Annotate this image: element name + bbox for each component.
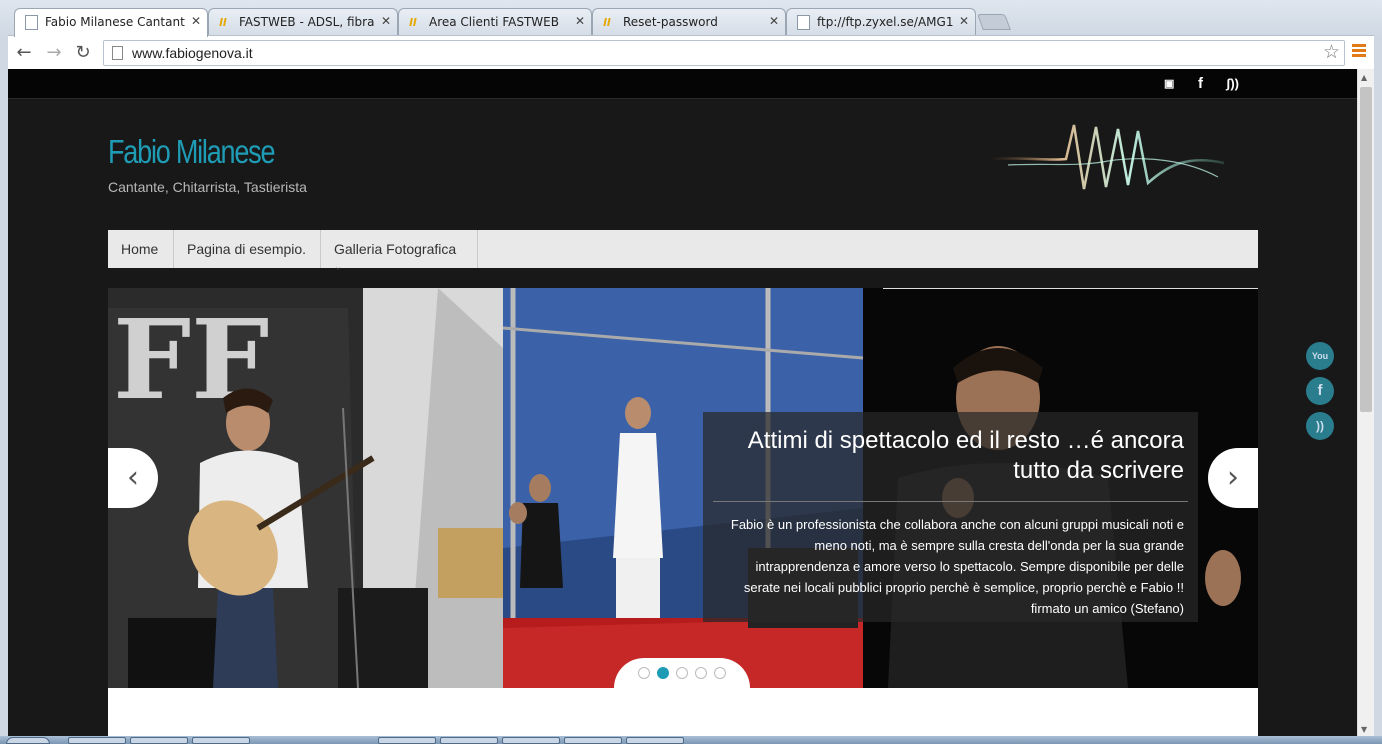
facebook-icon[interactable]: f bbox=[1198, 75, 1203, 92]
site-logo[interactable] bbox=[988, 117, 1228, 207]
back-icon[interactable]: ← bbox=[12, 41, 36, 65]
slide-caption: Attimi di spettacolo ed il resto …é anco… bbox=[703, 412, 1198, 622]
content-area bbox=[108, 688, 1258, 736]
tab-reset-password[interactable]: ll Reset-password ✕ bbox=[592, 8, 786, 35]
floating-youtube-button[interactable]: You bbox=[1306, 342, 1334, 370]
floating-facebook-button[interactable]: f bbox=[1306, 377, 1334, 405]
taskbar-item[interactable] bbox=[564, 737, 622, 744]
close-tab-icon[interactable]: ✕ bbox=[381, 14, 391, 28]
youtube-icon: You bbox=[1311, 351, 1329, 361]
youtube-icon[interactable]: ▣ bbox=[1164, 77, 1174, 90]
tab-fabio-milanese[interactable]: Fabio Milanese Cantante, ✕ bbox=[14, 8, 208, 37]
facebook-icon: f bbox=[1317, 382, 1323, 399]
fastweb-icon: ll bbox=[409, 16, 417, 29]
site-title[interactable]: Fabio Milanese bbox=[108, 133, 276, 171]
tab-ftp-zyxel[interactable]: ftp://ftp.zyxel.se/AMG120 ✕ bbox=[786, 8, 976, 35]
tab-fastweb-adsl[interactable]: ll FASTWEB - ADSL, fibra otti ✕ bbox=[208, 8, 398, 35]
page-icon bbox=[112, 46, 123, 60]
web-page: ▣ f ʃ)) Fabio Milanese Cantante, Chitarr… bbox=[8, 69, 1357, 736]
nav-pagina-esempio[interactable]: Pagina di esempio. bbox=[174, 230, 321, 268]
page-icon bbox=[25, 15, 38, 30]
close-tab-icon[interactable]: ✕ bbox=[959, 14, 969, 28]
slider-pagination bbox=[614, 658, 750, 688]
tab-label: Reset-password bbox=[623, 15, 718, 29]
url-text: www.fabiogenova.it bbox=[132, 45, 253, 61]
taskbar-item[interactable] bbox=[192, 737, 250, 744]
browser-toolbar: ← → ↻ www.fabiogenova.it ☆ bbox=[8, 35, 1374, 69]
main-nav: Home Pagina di esempio. Galleria Fotogra… bbox=[108, 230, 1258, 273]
nav-home[interactable]: Home bbox=[108, 230, 174, 268]
close-tab-icon[interactable]: ✕ bbox=[769, 14, 779, 28]
close-tab-icon[interactable]: ✕ bbox=[191, 14, 201, 28]
scroll-up-icon[interactable]: ▲ bbox=[1361, 73, 1367, 82]
chevron-left-icon: ‹ bbox=[127, 460, 139, 495]
start-button[interactable] bbox=[6, 737, 50, 744]
slider-dot[interactable] bbox=[676, 667, 688, 679]
taskbar-item[interactable] bbox=[626, 737, 684, 744]
fastweb-icon: ll bbox=[219, 16, 227, 29]
tab-area-clienti[interactable]: ll Area Clienti FASTWEB ✕ bbox=[398, 8, 592, 35]
fastweb-icon: ll bbox=[603, 16, 611, 29]
nav-label: Home bbox=[121, 241, 159, 257]
taskbar-item[interactable] bbox=[502, 737, 560, 744]
page-icon bbox=[797, 15, 810, 30]
floating-rss-button[interactable]: )) bbox=[1306, 412, 1334, 440]
slide-divider bbox=[883, 288, 1258, 289]
reload-icon[interactable]: ↻ bbox=[71, 41, 95, 65]
tab-strip: Fabio Milanese Cantante, ✕ ll FASTWEB - … bbox=[0, 0, 1382, 37]
taskbar-item[interactable] bbox=[130, 737, 188, 744]
slider-dot[interactable] bbox=[714, 667, 726, 679]
tab-label: Fabio Milanese Cantante, bbox=[45, 15, 185, 29]
tab-label: FASTWEB - ADSL, fibra otti bbox=[239, 15, 375, 29]
new-tab-button[interactable] bbox=[977, 14, 1011, 30]
slider-dot[interactable] bbox=[657, 667, 669, 679]
nav-label: Pagina di esempio. bbox=[187, 241, 307, 257]
forward-icon[interactable]: → bbox=[42, 41, 66, 65]
nav-label: Galleria Fotografica bbox=[334, 241, 457, 257]
caption-divider bbox=[713, 501, 1188, 502]
chevron-right-icon: › bbox=[1227, 460, 1239, 495]
scroll-down-icon[interactable]: ▼ bbox=[1361, 725, 1367, 734]
bookmark-star-icon[interactable]: ☆ bbox=[1323, 41, 1340, 63]
caption-text: Fabio è un professionista che collabora … bbox=[730, 517, 1184, 616]
scroll-thumb[interactable] bbox=[1360, 87, 1372, 412]
slider-dot[interactable] bbox=[695, 667, 707, 679]
rss-icon[interactable]: ʃ)) bbox=[1226, 76, 1239, 91]
close-tab-icon[interactable]: ✕ bbox=[575, 14, 585, 28]
taskbar-item[interactable] bbox=[378, 737, 436, 744]
slider-dot[interactable] bbox=[638, 667, 650, 679]
rss-icon: )) bbox=[1316, 419, 1324, 433]
address-bar[interactable]: www.fabiogenova.it ☆ bbox=[103, 40, 1345, 66]
tab-label: Area Clienti FASTWEB bbox=[429, 15, 559, 29]
top-social-bar: ▣ f ʃ)) bbox=[8, 69, 1357, 99]
image-slider[interactable]: FF Attimi di spettacolo ed il resto …é a… bbox=[108, 288, 1258, 688]
taskbar-item[interactable] bbox=[440, 737, 498, 744]
taskbar-item[interactable] bbox=[68, 737, 126, 744]
nav-galleria-fotografica[interactable]: Galleria Fotografica ⌄ bbox=[321, 230, 478, 273]
tab-label: ftp://ftp.zyxel.se/AMG120 bbox=[817, 15, 953, 29]
page-scrollbar[interactable]: ▲ ▼ bbox=[1357, 69, 1374, 736]
caption-title: Attimi di spettacolo ed il resto …é anco… bbox=[747, 427, 1184, 484]
site-description: Cantante, Chitarrista, Tastierista bbox=[108, 179, 307, 195]
os-taskbar bbox=[0, 736, 1382, 744]
chrome-menu-icon[interactable] bbox=[1352, 44, 1366, 59]
chevron-down-icon: ⌄ bbox=[334, 262, 343, 273]
